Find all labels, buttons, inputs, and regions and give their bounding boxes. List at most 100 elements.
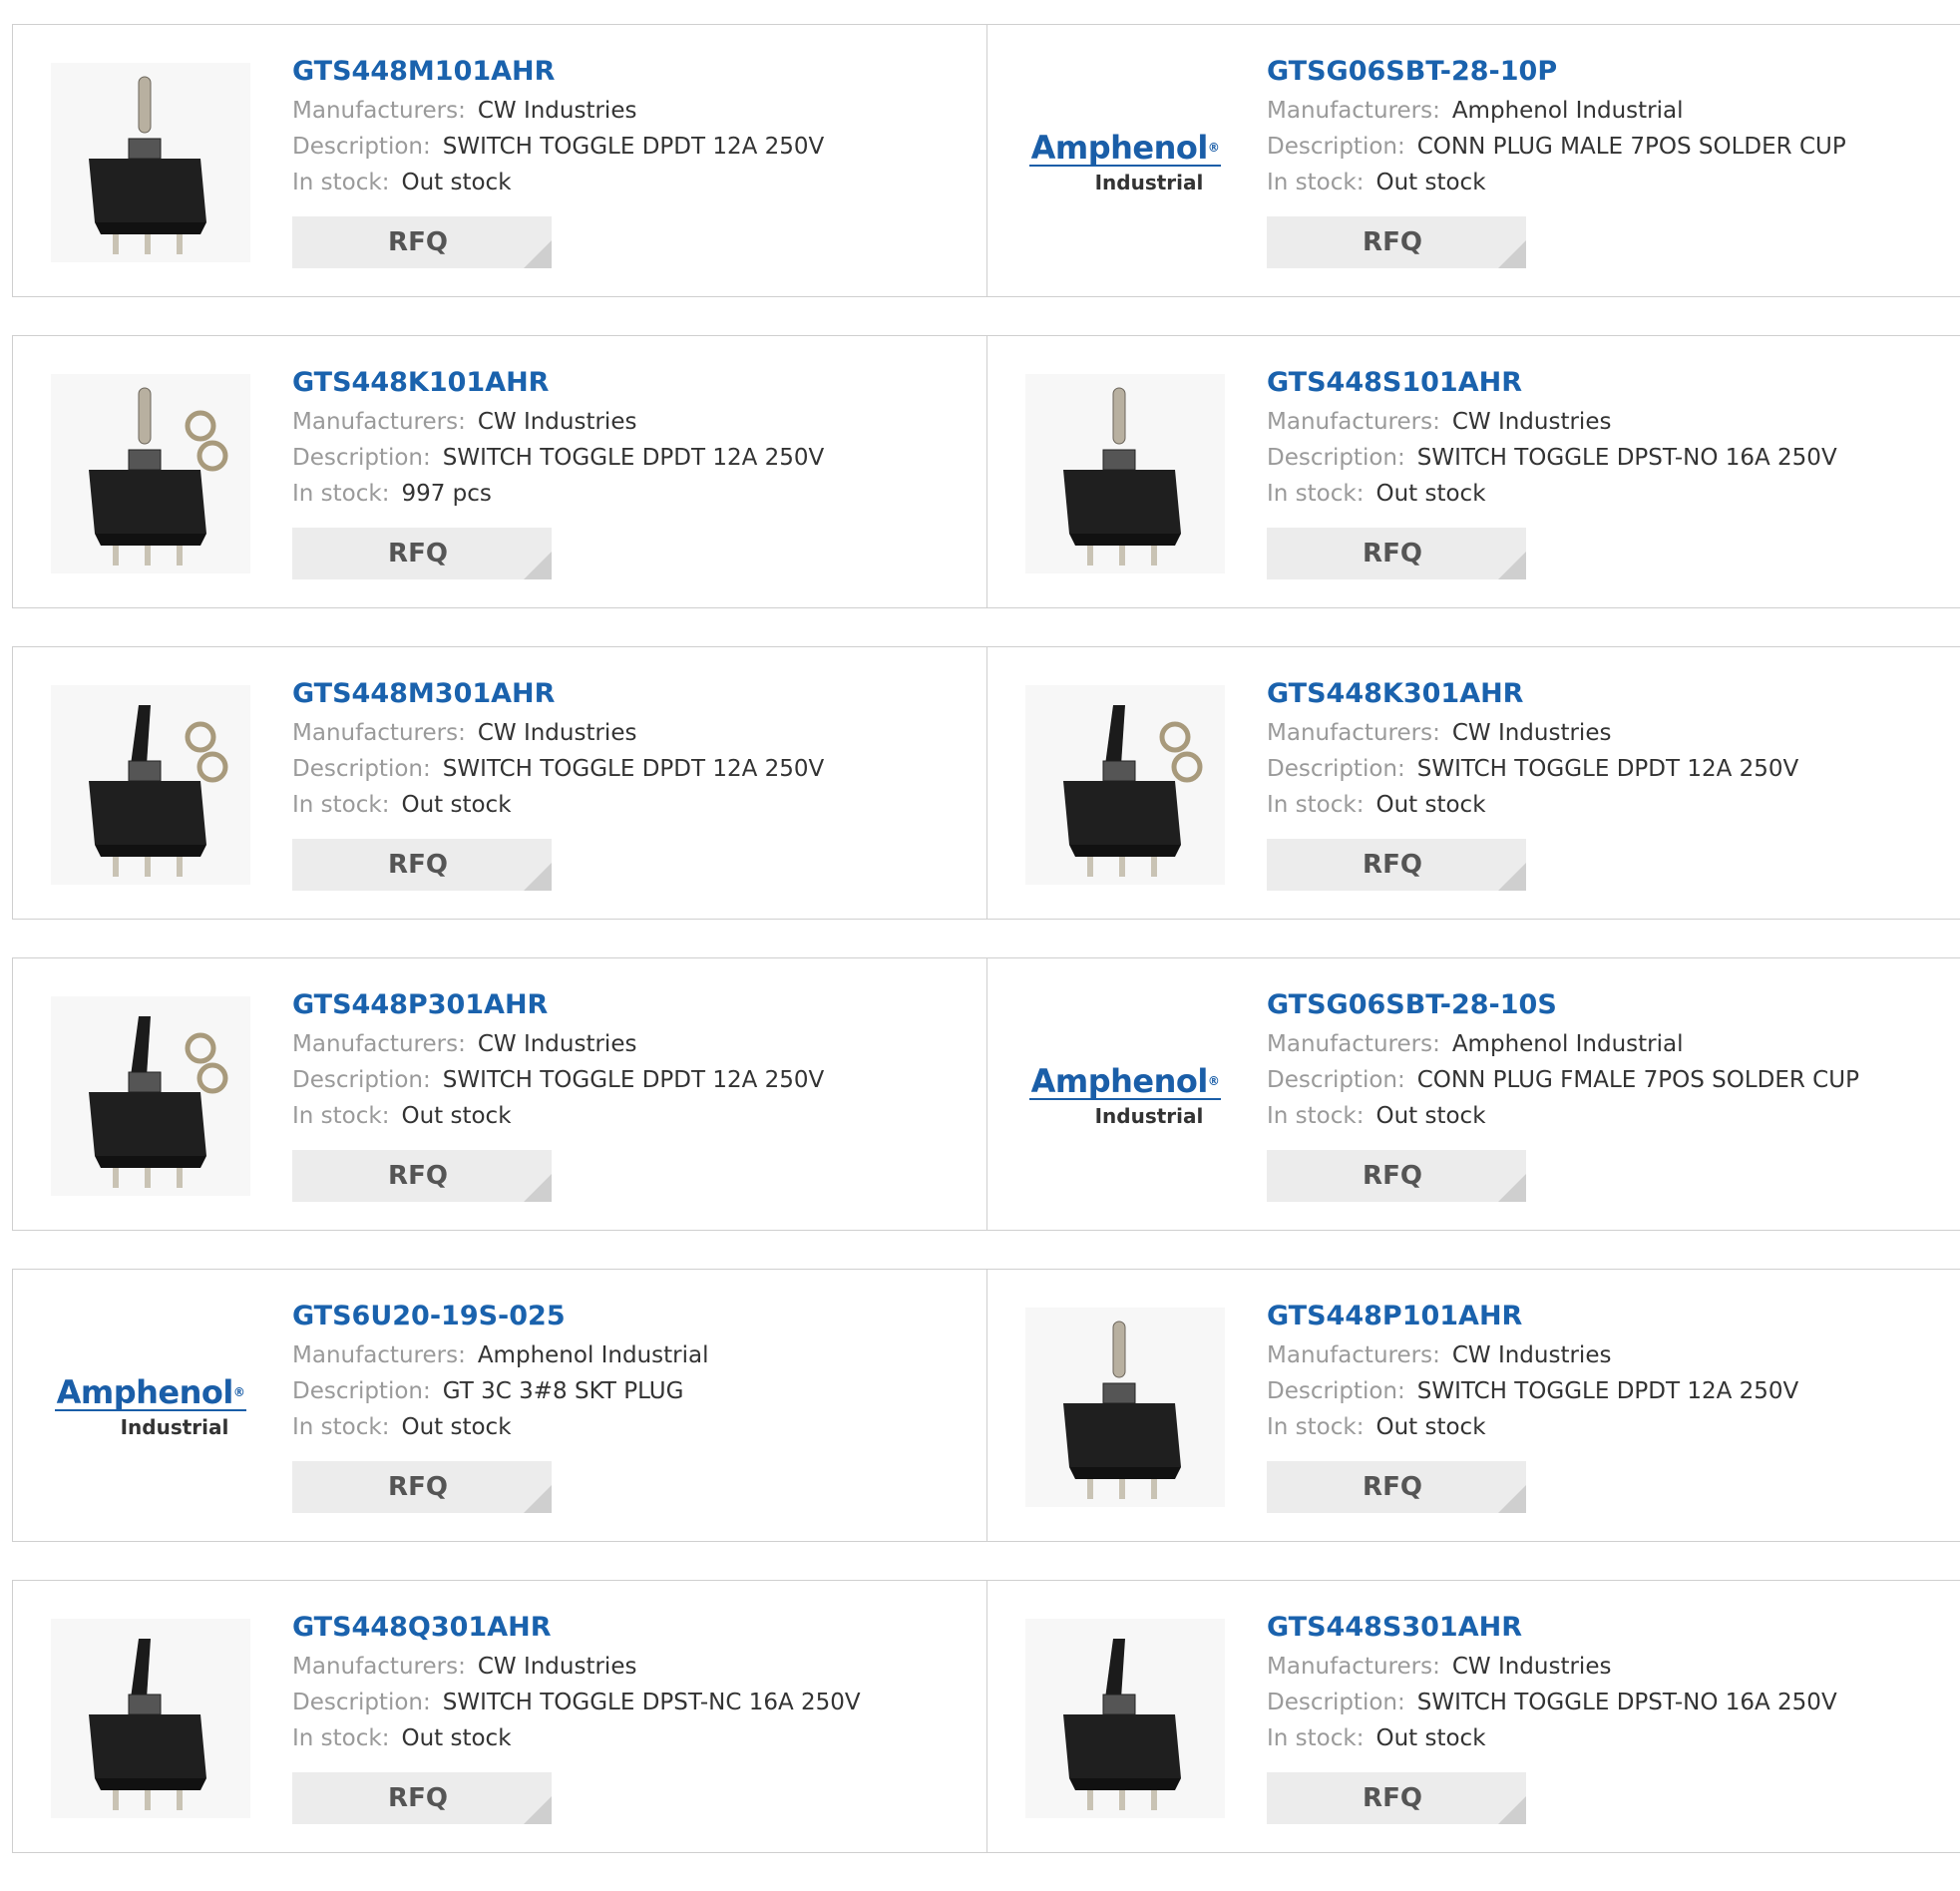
manufacturer-label: Manufacturers: xyxy=(292,409,466,435)
rfq-label: RFQ xyxy=(1363,1783,1422,1813)
part-number-link[interactable]: GTS448M101AHR xyxy=(292,55,967,89)
part-number-link[interactable]: GTS448S301AHR xyxy=(1267,1611,1940,1645)
stock-value: Out stock xyxy=(401,170,512,195)
logo-wordmark: Amphenol® xyxy=(54,1373,247,1411)
product-row: GTS448M101AHR Manufacturers: CW Industrie… xyxy=(12,24,1960,297)
description-row: Description: SWITCH TOGGLE DPDT 12A 250V xyxy=(292,751,967,787)
toggle-switch-image xyxy=(51,1619,250,1818)
part-number-link[interactable]: GTS448M301AHR xyxy=(292,677,967,711)
product-info: GTS448S301AHR Manufacturers: CW Industrie… xyxy=(1267,1611,1940,1824)
amphenol-logo: Amphenol® Industrial xyxy=(1028,1064,1222,1128)
description-value: CONN PLUG FMALE 7POS SOLDER CUP xyxy=(1416,1067,1859,1093)
part-number-link[interactable]: GTS448K301AHR xyxy=(1267,677,1940,711)
rfq-button[interactable]: RFQ xyxy=(292,1150,552,1202)
manufacturer-row: Manufacturers: CW Industries xyxy=(292,715,967,751)
description-value: GT 3C 3#8 SKT PLUG xyxy=(442,1378,684,1404)
product-card: Amphenol® Industrial GTSG06SBT-28-10S Man… xyxy=(986,958,1960,1230)
product-image[interactable] xyxy=(1025,374,1225,573)
toggle-switch-image xyxy=(1025,685,1225,885)
manufacturer-row: Manufacturers: CW Industries xyxy=(292,1649,967,1685)
rfq-button[interactable]: RFQ xyxy=(1267,528,1526,579)
product-row: GTS448Q301AHR Manufacturers: CW Industrie… xyxy=(12,1580,1960,1853)
product-card: GTS448M101AHR Manufacturers: CW Industrie… xyxy=(13,25,986,296)
product-image[interactable] xyxy=(51,996,250,1196)
manufacturer-label: Manufacturers: xyxy=(292,98,466,124)
rfq-corner-decoration xyxy=(524,1174,552,1202)
product-image[interactable]: Amphenol® Industrial xyxy=(1025,996,1225,1196)
part-number-link[interactable]: GTS448Q301AHR xyxy=(292,1611,967,1645)
rfq-label: RFQ xyxy=(388,1783,448,1813)
rfq-corner-decoration xyxy=(1498,1485,1526,1513)
product-image[interactable]: Amphenol® Industrial xyxy=(1025,63,1225,262)
rfq-button[interactable]: RFQ xyxy=(292,216,552,268)
rfq-label: RFQ xyxy=(388,227,448,257)
stock-label: In stock: xyxy=(1267,481,1365,507)
rfq-button[interactable]: RFQ xyxy=(1267,1772,1526,1824)
part-number-link[interactable]: GTSG06SBT-28-10S xyxy=(1267,988,1940,1022)
product-info: GTS448P101AHR Manufacturers: CW Industrie… xyxy=(1267,1300,1940,1513)
description-label: Description: xyxy=(292,1067,431,1093)
manufacturer-value: CW Industries xyxy=(477,1654,637,1680)
product-image[interactable] xyxy=(1025,1308,1225,1507)
stock-label: In stock: xyxy=(1267,1725,1365,1751)
toggle-switch-image xyxy=(51,374,250,573)
description-row: Description: CONN PLUG MALE 7POS SOLDER C… xyxy=(1267,129,1940,165)
description-label: Description: xyxy=(1267,445,1405,471)
rfq-label: RFQ xyxy=(1363,539,1422,568)
product-info: GTSG06SBT-28-10P Manufacturers: Amphenol … xyxy=(1267,55,1940,268)
description-row: Description: SWITCH TOGGLE DPST-NO 16A 25… xyxy=(1267,440,1940,476)
rfq-button[interactable]: RFQ xyxy=(1267,1461,1526,1513)
rfq-button[interactable]: RFQ xyxy=(292,1461,552,1513)
product-info: GTS448M301AHR Manufacturers: CW Industrie… xyxy=(292,677,967,891)
manufacturer-row: Manufacturers: CW Industries xyxy=(1267,715,1940,751)
rfq-corner-decoration xyxy=(524,1796,552,1824)
product-image[interactable] xyxy=(1025,1619,1225,1818)
rfq-button[interactable]: RFQ xyxy=(1267,839,1526,891)
rfq-label: RFQ xyxy=(1363,1472,1422,1502)
rfq-corner-decoration xyxy=(524,863,552,891)
description-row: Description: SWITCH TOGGLE DPDT 12A 250V xyxy=(292,1062,967,1098)
product-image[interactable]: Amphenol® Industrial xyxy=(51,1308,250,1507)
rfq-button[interactable]: RFQ xyxy=(292,528,552,579)
part-number-link[interactable]: GTS448K101AHR xyxy=(292,366,967,400)
description-label: Description: xyxy=(292,1378,431,1404)
description-value: CONN PLUG MALE 7POS SOLDER CUP xyxy=(1416,134,1846,160)
part-number-link[interactable]: GTS448P301AHR xyxy=(292,988,967,1022)
product-card: GTS448S101AHR Manufacturers: CW Industrie… xyxy=(986,336,1960,607)
part-number-link[interactable]: GTS448S101AHR xyxy=(1267,366,1940,400)
product-image[interactable] xyxy=(51,685,250,885)
rfq-button[interactable]: RFQ xyxy=(292,1772,552,1824)
product-image[interactable] xyxy=(51,374,250,573)
manufacturer-value: CW Industries xyxy=(1451,720,1612,746)
toggle-switch-image xyxy=(1025,374,1225,573)
rfq-label: RFQ xyxy=(388,850,448,880)
description-row: Description: SWITCH TOGGLE DPDT 12A 250V xyxy=(1267,751,1940,787)
rfq-label: RFQ xyxy=(1363,1161,1422,1191)
manufacturer-row: Manufacturers: CW Industries xyxy=(1267,1337,1940,1373)
stock-value: Out stock xyxy=(1375,481,1486,507)
rfq-button[interactable]: RFQ xyxy=(292,839,552,891)
product-card: GTS448K101AHR Manufacturers: CW Industrie… xyxy=(13,336,986,607)
manufacturer-value: Amphenol Industrial xyxy=(1451,1031,1684,1057)
rfq-button[interactable]: RFQ xyxy=(1267,216,1526,268)
manufacturer-label: Manufacturers: xyxy=(292,720,466,746)
product-image[interactable] xyxy=(1025,685,1225,885)
stock-label: In stock: xyxy=(292,170,390,195)
description-value: SWITCH TOGGLE DPDT 12A 250V xyxy=(1416,756,1799,782)
stock-label: In stock: xyxy=(1267,1414,1365,1440)
stock-value: Out stock xyxy=(401,792,512,818)
product-info: GTS448K301AHR Manufacturers: CW Industrie… xyxy=(1267,677,1940,891)
description-value: SWITCH TOGGLE DPST-NC 16A 250V xyxy=(442,1690,861,1715)
rfq-label: RFQ xyxy=(388,1472,448,1502)
stock-value: Out stock xyxy=(401,1725,512,1751)
product-info: GTS6U20-19S-025 Manufacturers: Amphenol I… xyxy=(292,1300,967,1513)
part-number-link[interactable]: GTS448P101AHR xyxy=(1267,1300,1940,1333)
description-row: Description: SWITCH TOGGLE DPST-NO 16A 25… xyxy=(1267,1685,1940,1720)
product-image[interactable] xyxy=(51,63,250,262)
product-image[interactable] xyxy=(51,1619,250,1818)
part-number-link[interactable]: GTS6U20-19S-025 xyxy=(292,1300,967,1333)
rfq-button[interactable]: RFQ xyxy=(1267,1150,1526,1202)
stock-label: In stock: xyxy=(292,1725,390,1751)
part-number-link[interactable]: GTSG06SBT-28-10P xyxy=(1267,55,1940,89)
description-value: SWITCH TOGGLE DPDT 12A 250V xyxy=(1416,1378,1799,1404)
